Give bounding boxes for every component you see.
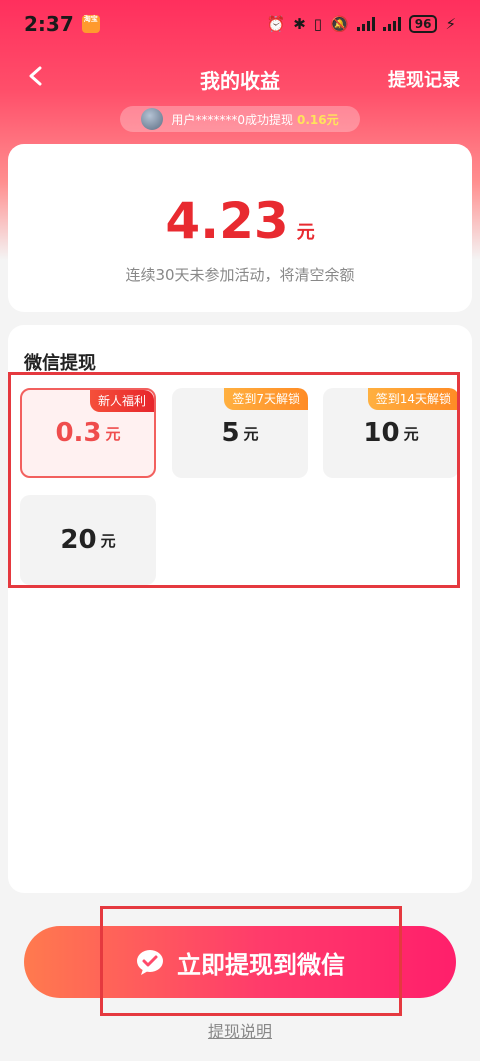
mute-icon: 🔕 [330,15,349,33]
option-unit: 元 [243,424,259,443]
withdraw-help-link[interactable]: 提现说明 [0,1018,480,1042]
withdraw-section-title: 微信提现 [24,353,96,374]
status-icons: ⏰ ✱ ▯ 🔕 96 ⚡ [267,15,456,33]
wechat-icon [137,950,163,975]
bluetooth-icon: ✱ [293,15,306,33]
option-amount: 10 [363,418,400,448]
balance-row: 4.23 元 [8,192,472,250]
withdraw-option-0-3[interactable]: 新人福利 0.3 元 [20,388,156,478]
top-nav-bar: 我的收益 提现记录 [0,52,480,104]
withdraw-history-link[interactable]: 提现记录 [388,66,460,92]
signal-icon [356,17,375,31]
option-tag: 签到14天解锁 [367,388,459,410]
withdraw-option-20[interactable]: 20 元 [20,495,156,585]
option-unit: 元 [105,424,121,443]
withdraw-ticker: 用户*******0成功提现 0.16元 [120,106,360,132]
balance-card: 4.23 元 连续30天未参加活动，将清空余额 [8,144,472,312]
signal-icon-2 [382,17,401,31]
option-amount: 20 [60,525,97,555]
ticker-amount: 0.16元 [297,112,339,127]
withdraw-option-10[interactable]: 签到14天解锁 10 元 [323,388,459,478]
option-amount: 5 [221,418,240,448]
app-notification-icon: 淘宝 [81,15,100,33]
withdraw-card: 微信提现 新人福利 0.3 元 签到7天解锁 5 元 签到14天解锁 10 元 … [8,325,472,893]
status-bar: 2:37 淘宝 ⏰ ✱ ▯ 🔕 96 ⚡ [0,0,480,48]
withdraw-option-5[interactable]: 签到7天解锁 5 元 [172,388,308,478]
option-tag: 新人福利 [89,390,154,412]
status-time: 2:37 [24,12,74,36]
balance-value: 4.23 [165,192,289,250]
option-amount: 0.3 [55,418,102,448]
alarm-icon: ⏰ [266,15,286,33]
withdraw-button-label: 立即提现到微信 [177,950,345,979]
ticker-text: 用户*******0成功提现 [171,112,294,127]
balance-unit: 元 [296,222,315,243]
withdraw-to-wechat-button[interactable]: 立即提现到微信 [24,926,456,998]
avatar [141,108,164,130]
vibrate-icon: ▯ [313,15,323,33]
option-unit: 元 [100,531,116,550]
charging-icon: ⚡ [445,15,456,33]
option-tag: 签到7天解锁 [224,388,308,410]
battery-icon: 96 [408,15,438,33]
option-unit: 元 [403,424,419,443]
balance-expiry-note: 连续30天未参加活动，将清空余额 [125,266,355,284]
